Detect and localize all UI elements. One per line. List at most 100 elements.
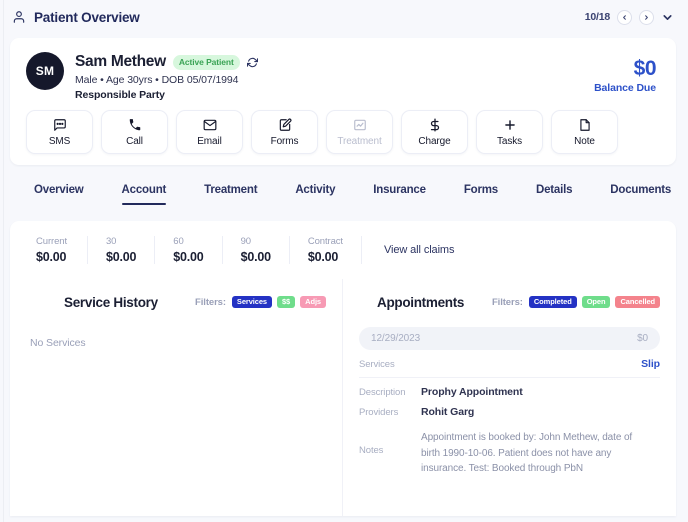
charge-button-label: Charge <box>418 135 451 147</box>
tab-details[interactable]: Details <box>536 180 573 205</box>
filter-chip-services[interactable]: Services <box>231 295 272 309</box>
aging-label: 90 <box>240 236 251 247</box>
tab-treatment[interactable]: Treatment <box>204 180 257 205</box>
dollar-icon <box>428 118 442 132</box>
patient-name-row: Sam Methew Active Patient <box>75 53 258 71</box>
aging-value: $0.00 <box>173 250 204 264</box>
person-icon <box>12 10 26 24</box>
appointment-notes-row: Notes Appointment is booked by: John Met… <box>343 418 676 477</box>
service-history-filters: Filters: Services $$ Adjs <box>195 295 326 309</box>
balance-due-label: Balance Due <box>594 82 656 94</box>
aging-cell-90: 90 $0.00 <box>223 236 290 264</box>
sync-icon[interactable] <box>246 57 258 68</box>
page-left-edge <box>0 0 4 522</box>
appointment-row[interactable]: 12/29/2023 $0 <box>359 327 660 350</box>
view-all-claims-link[interactable]: View all claims <box>362 244 455 256</box>
providers-value: Rohit Garg <box>421 406 475 418</box>
page-title: Patient Overview <box>34 9 140 25</box>
aging-label: 30 <box>106 236 117 247</box>
filters-label: Filters: <box>195 296 226 308</box>
services-label: Services <box>359 359 395 370</box>
prev-patient-button[interactable] <box>617 9 632 25</box>
appointment-amount: $0 <box>637 333 648 344</box>
service-history-empty-text: No Services <box>30 337 86 349</box>
filters-label: Filters: <box>491 296 523 308</box>
tasks-button-label: Tasks <box>496 135 523 147</box>
tab-forms[interactable]: Forms <box>464 180 498 205</box>
filter-chip-cancelled[interactable]: Cancelled <box>615 295 660 309</box>
header-right-group: 10/18 <box>584 9 674 25</box>
appointments-panel: Appointments Filters: Completed Open Can… <box>343 279 676 516</box>
filter-chip-open[interactable]: Open <box>581 295 611 309</box>
tab-activity[interactable]: Activity <box>295 180 335 205</box>
tab-documents[interactable]: Documents <box>610 180 671 205</box>
patient-demographics: Male • Age 30yrs • DOB 05/07/1994 <box>75 74 239 86</box>
patient-identity-block: Sam Methew Active Patient Male • Age 30y… <box>75 52 258 101</box>
aging-summary-row: Current $0.00 30 $0.00 60 $0.00 90 $0.00… <box>10 221 676 279</box>
plus-icon <box>503 118 517 132</box>
account-panels: Service History Filters: Services $$ Adj… <box>10 279 676 516</box>
appointment-providers-row: Providers Rohit Garg <box>343 398 676 418</box>
sms-button[interactable]: SMS <box>26 110 93 154</box>
call-button-label: Call <box>126 135 143 147</box>
tab-overview[interactable]: Overview <box>34 180 84 205</box>
aging-value: $0.00 <box>307 250 339 264</box>
tab-account[interactable]: Account <box>121 180 166 205</box>
description-label: Description <box>359 387 406 398</box>
patient-name: Sam Methew <box>75 53 166 70</box>
aging-cell-current: Current $0.00 <box>26 236 88 264</box>
balance-due-block: $0 Balance Due <box>594 52 660 101</box>
appointment-services-row: Services Slip <box>359 350 660 378</box>
note-button-label: Note <box>574 135 595 147</box>
note-button[interactable]: Note <box>551 110 618 154</box>
patient-summary-card: SM Sam Methew Active Patient Male • Age … <box>10 38 676 165</box>
aging-value: $0.00 <box>36 250 67 264</box>
treatment-icon <box>353 118 367 132</box>
email-button-label: Email <box>197 135 222 147</box>
slip-link[interactable]: Slip <box>641 358 660 370</box>
phone-icon <box>128 118 142 132</box>
forms-button[interactable]: Forms <box>251 110 318 154</box>
appointment-description-row: Description Prophy Appointment <box>343 378 676 398</box>
aging-cell-60: 60 $0.00 <box>155 236 223 264</box>
filter-chip-payments[interactable]: $$ <box>276 295 296 309</box>
aging-value: $0.00 <box>106 250 137 264</box>
sms-icon <box>53 118 67 132</box>
appointment-date: 12/29/2023 <box>371 333 421 344</box>
note-icon <box>578 118 592 132</box>
filter-chip-adjustments[interactable]: Adjs <box>300 295 326 309</box>
page-scrollbar[interactable] <box>682 34 688 522</box>
header-left-group: Patient Overview <box>12 10 140 25</box>
record-counter: 10/18 <box>584 11 610 23</box>
appointments-filters: Filters: Completed Open Cancelled <box>491 295 660 309</box>
service-history-panel: Service History Filters: Services $$ Adj… <box>10 279 343 516</box>
aging-cell-contract: Contract $0.00 <box>290 236 362 264</box>
quick-actions-row: SMS Call Email Forms Treatment Charge Ta… <box>10 101 676 154</box>
status-badge: Active Patient <box>172 54 240 70</box>
patient-header-row: SM Sam Methew Active Patient Male • Age … <box>10 38 676 101</box>
charge-button[interactable]: Charge <box>401 110 468 154</box>
aging-label: Current <box>36 236 67 247</box>
description-value: Prophy Appointment <box>421 386 523 398</box>
filter-chip-completed[interactable]: Completed <box>528 295 577 309</box>
tasks-button[interactable]: Tasks <box>476 110 543 154</box>
appointments-header: Appointments Filters: Completed Open Can… <box>343 289 676 315</box>
aging-value: $0.00 <box>240 250 271 264</box>
chevron-down-icon[interactable] <box>661 11 674 24</box>
aging-label: Contract <box>307 236 343 247</box>
service-history-header: Service History Filters: Services $$ Adj… <box>10 289 342 315</box>
email-button[interactable]: Email <box>176 110 243 154</box>
avatar: SM <box>26 52 64 90</box>
form-edit-icon <box>278 118 292 132</box>
treatment-button[interactable]: Treatment <box>326 110 393 154</box>
treatment-button-label: Treatment <box>337 135 382 147</box>
tab-insurance[interactable]: Insurance <box>373 180 426 205</box>
aging-cell-30: 30 $0.00 <box>88 236 156 264</box>
notes-label: Notes <box>359 445 384 456</box>
top-header-bar: Patient Overview 10/18 <box>0 0 688 34</box>
sms-button-label: SMS <box>48 135 71 147</box>
account-content-card: Current $0.00 30 $0.00 60 $0.00 90 $0.00… <box>10 221 676 516</box>
next-patient-button[interactable] <box>639 9 654 25</box>
call-button[interactable]: Call <box>101 110 168 154</box>
service-history-title: Service History <box>64 294 158 310</box>
